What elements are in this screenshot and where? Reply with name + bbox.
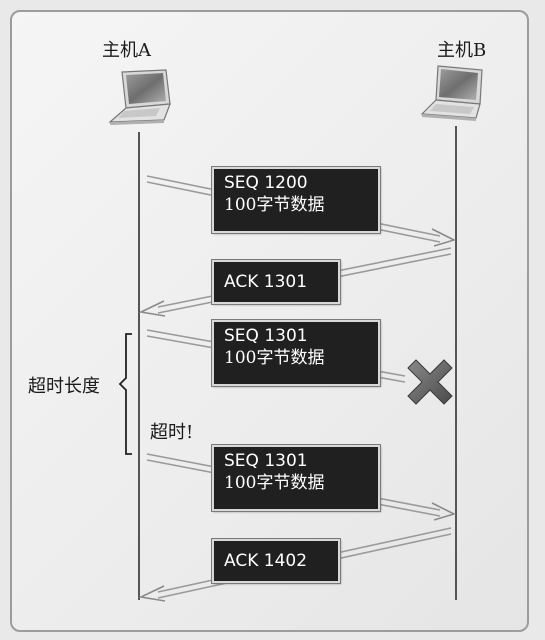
packet-ack-1301: ACK 1301 — [211, 259, 341, 305]
packet-line2: 100字节数据 — [224, 195, 325, 215]
laptop-icon — [108, 69, 171, 125]
lost-packet-x-icon — [407, 359, 453, 405]
packet-seq-1301: SEQ 1301 100字节数据 — [211, 319, 381, 387]
page: 主机A 主机B SEQ 1200 100字节数据 ACK 1301 SEQ 13… — [0, 0, 545, 640]
packet-line1: ACK 1301 — [224, 272, 308, 292]
timeout-event-label: 超时! — [150, 422, 194, 443]
packet-ack-1402: ACK 1402 — [211, 538, 341, 584]
laptop-icon — [420, 65, 483, 121]
packet-line2: 100字节数据 — [224, 348, 325, 368]
packet-line2: 100字节数据 — [224, 473, 325, 493]
packet-line1: ACK 1402 — [224, 551, 308, 571]
packet-seq-1200: SEQ 1200 100字节数据 — [211, 166, 381, 234]
packet-line1: SEQ 1200 — [224, 173, 308, 193]
timeout-bracket — [118, 333, 132, 455]
host-b-label: 主机B — [437, 40, 487, 61]
host-a-label: 主机A — [102, 40, 151, 61]
packet-seq-1301-retransmit: SEQ 1301 100字节数据 — [211, 444, 381, 512]
packet-line1: SEQ 1301 — [224, 326, 308, 346]
timeout-length-label: 超时长度 — [28, 376, 100, 397]
packet-line1: SEQ 1301 — [224, 451, 308, 471]
